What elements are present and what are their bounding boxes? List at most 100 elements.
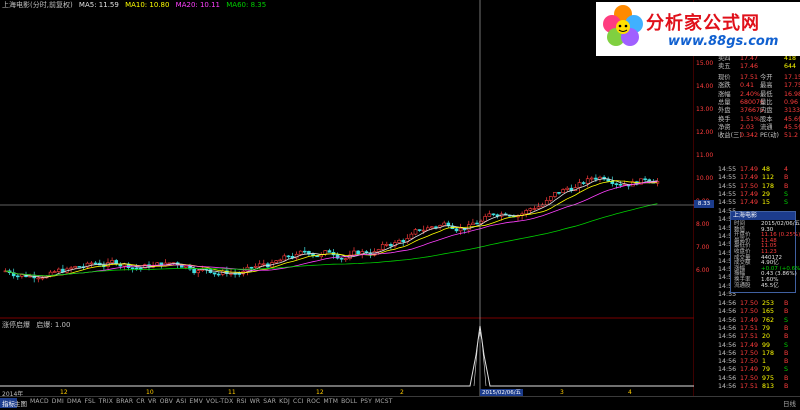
ma20-label: MA20: 10.11: [175, 1, 221, 9]
indicator-tab[interactable]: TRIX: [99, 398, 114, 405]
quote-row: 收益(三) 0.342 PE(动) 51.2: [716, 132, 800, 140]
candle-body: [302, 250, 307, 253]
tick-time: 14:56: [718, 374, 737, 382]
candle-body: [565, 187, 570, 190]
candle-body: [471, 222, 475, 226]
tick-row: 14:56 17.50 975 B: [716, 375, 800, 383]
indicator-tab[interactable]: WR: [250, 398, 261, 405]
tick-side: B: [784, 374, 789, 382]
indicator-tab[interactable]: DMI: [52, 398, 64, 405]
tick-side: B: [784, 182, 789, 190]
tick-time: 14:56: [718, 308, 737, 316]
indicator-tab[interactable]: KDJ: [279, 398, 290, 405]
tick-row: 14:56 17.51 813 B: [716, 383, 800, 391]
order-price: 17.47: [740, 54, 759, 62]
candle-body: [196, 270, 200, 274]
indicator-tab[interactable]: MTM: [323, 398, 338, 405]
tick-volume: 253: [762, 300, 775, 307]
indicator-tab[interactable]: CR: [136, 398, 145, 405]
indicator-tab[interactable]: FSL: [84, 398, 95, 405]
quote-row: 换手 1.51% 股本 45.6亿: [716, 116, 800, 124]
indicator-tab[interactable]: VOL-TDX: [206, 398, 233, 405]
candle-body: [544, 200, 549, 206]
indicator-list: MACD DMI DMA FSL TRIX BRAR CR VR OBV ASI EMV VOL-TD…: [30, 398, 396, 405]
logo-url: www.88gs.com: [668, 34, 779, 49]
tick-row: 14:56 17.51 79 B: [716, 325, 800, 333]
tick-time: 14:56: [718, 324, 737, 332]
tick-side: B: [784, 349, 789, 357]
indicator-tab[interactable]: RSI: [236, 398, 246, 405]
quote-label-2: PE(动): [760, 132, 779, 140]
price-tick-label: 13.00: [696, 106, 714, 113]
tick-time: 14:55: [718, 199, 737, 207]
candle-body: [261, 263, 266, 266]
indicator-tab[interactable]: DMA: [67, 398, 82, 405]
candle-body: [130, 267, 135, 269]
candle-body: [73, 266, 77, 269]
candle-body: [442, 222, 447, 226]
tick-side: S: [784, 316, 788, 324]
indicator-tab[interactable]: ASI: [176, 398, 186, 405]
candle-body: [553, 192, 557, 197]
tick-side: B: [784, 358, 789, 366]
tick-price: 17.49: [740, 316, 759, 324]
indicator-tab[interactable]: PSY: [360, 398, 372, 405]
indicator-tab[interactable]: BOLL: [341, 398, 357, 405]
candle-body: [327, 250, 332, 253]
price-tick-label: 12.00: [696, 129, 714, 136]
candle-body: [581, 182, 586, 184]
indicator-tab[interactable]: CCI: [293, 398, 304, 405]
data-popup[interactable]: 上海电影 时间 2015/02/06/五 数值 9.30 开盘价 11.16 (0.…: [730, 211, 800, 293]
tick-volume: 165: [762, 308, 775, 316]
quote-value: 0.41: [740, 82, 755, 90]
tick-time: 14:55: [718, 190, 737, 198]
quote-value-2: 0.96: [784, 98, 799, 106]
tick-side: B: [784, 300, 789, 307]
x-label-3: 11: [228, 389, 236, 396]
indicator-tab[interactable]: MCST: [375, 398, 393, 405]
tick-side: 4: [784, 166, 789, 173]
quote-label: 总量: [718, 98, 731, 106]
candle-body: [139, 267, 143, 270]
site-logo[interactable]: 分析家公式网 www.88gs.com: [596, 2, 800, 56]
tick-price: 17.49: [740, 366, 759, 374]
tab-main[interactable]: 主图: [14, 398, 27, 408]
order-label: 卖五: [718, 63, 731, 71]
candle-body: [594, 177, 598, 180]
tick-volume: 178: [762, 349, 775, 357]
tick-time: 14:56: [718, 358, 737, 366]
price-tick-label: 7.00: [696, 244, 710, 251]
indicator-tab[interactable]: BRAR: [116, 398, 133, 405]
quote-value-2: 17.75: [784, 82, 800, 90]
quote-label-2: 最低: [760, 90, 773, 98]
x-label-7: 4: [628, 389, 632, 396]
indicator-tab[interactable]: VR: [148, 398, 157, 405]
candle-body: [536, 206, 541, 209]
candle-body: [77, 266, 82, 268]
tick-side: S: [784, 366, 788, 374]
tick-volume: 79: [762, 366, 771, 374]
candlestick-chart[interactable]: [0, 0, 694, 396]
indicator-tab[interactable]: EMV: [189, 398, 203, 405]
tick-price: 17.49: [740, 190, 759, 198]
price-tick-label: 15.00: [696, 60, 714, 67]
tick-price: 17.49: [740, 166, 759, 173]
indicator-tab[interactable]: SAR: [263, 398, 276, 405]
indicator-tab[interactable]: MACD: [30, 398, 49, 405]
period-label[interactable]: 日线: [783, 398, 796, 408]
candle-body: [577, 182, 582, 188]
indicator-tab[interactable]: OBV: [160, 398, 173, 405]
candle-body: [561, 189, 565, 194]
tick-row: 14:56 17.49 99 S: [716, 342, 800, 350]
order-label: 卖四: [718, 54, 731, 62]
indicator-tab[interactable]: ROC: [307, 398, 321, 405]
candle-body: [216, 273, 221, 276]
candle-body: [475, 222, 479, 225]
candle-body: [380, 244, 385, 250]
candle-body: [212, 272, 217, 275]
tick-price: 17.49: [740, 199, 759, 207]
price-tick-label: 11.00: [696, 152, 714, 159]
candle-body: [548, 196, 553, 201]
quote-value: 0.342: [740, 132, 759, 140]
candle-body: [315, 255, 319, 258]
